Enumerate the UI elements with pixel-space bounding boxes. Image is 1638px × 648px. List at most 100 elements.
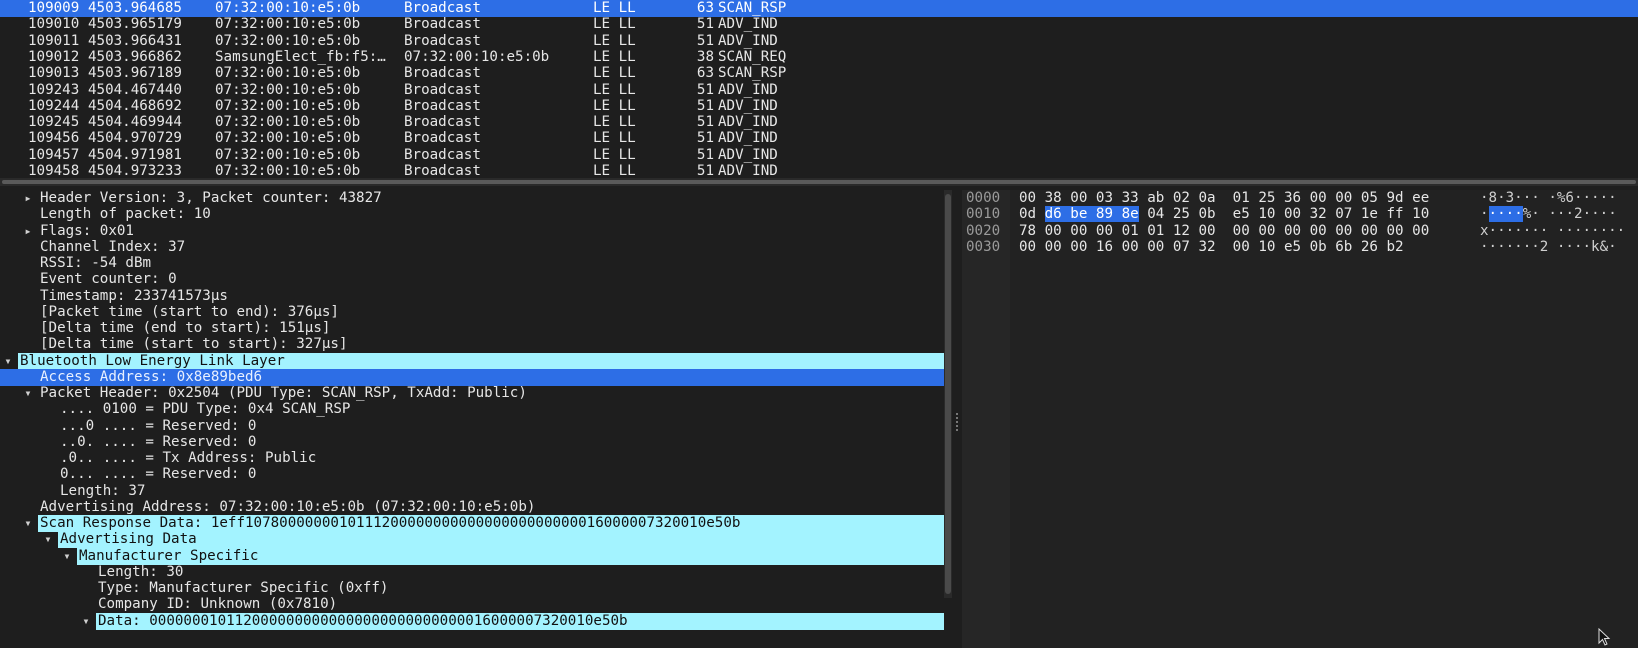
- packet-list-horizontal-scrollbar[interactable]: [0, 178, 1638, 186]
- hex-byte[interactable]: 00: [1045, 239, 1062, 255]
- hex-byte[interactable]: 89: [1095, 206, 1114, 223]
- hex-byte[interactable]: be: [1070, 206, 1088, 223]
- hex-byte[interactable]: 00: [1233, 223, 1250, 239]
- hex-byte[interactable]: 00: [1070, 239, 1087, 255]
- hex-byte[interactable]: ab: [1147, 190, 1164, 206]
- hex-byte[interactable]: 32: [1310, 206, 1327, 222]
- hex-byte[interactable]: 00: [1284, 206, 1301, 222]
- hex-byte[interactable]: 78: [1019, 223, 1036, 239]
- hex-ascii[interactable]: ·8·3··· ·%6·····: [1480, 190, 1617, 207]
- hex-byte[interactable]: 00: [1284, 223, 1301, 239]
- hex-byte[interactable]: 00: [1335, 223, 1352, 239]
- hex-byte[interactable]: 00: [1122, 239, 1139, 255]
- hex-byte[interactable]: 00: [1096, 223, 1113, 239]
- expand-arrow-down-icon[interactable]: ▾: [42, 531, 54, 548]
- expand-arrow-down-icon[interactable]: ▾: [2, 353, 14, 370]
- detail-row[interactable]: Channel Index: 37: [0, 239, 944, 256]
- detail-row[interactable]: ▾ Bluetooth Low Energy Link Layer: [0, 352, 944, 370]
- hex-byte[interactable]: 0d: [1019, 206, 1036, 222]
- hex-bytes[interactable]: 78 00 00 00 01 01 12 00 00 00 00 00 00 0…: [1019, 223, 1429, 240]
- hex-byte[interactable]: 0a: [1198, 190, 1215, 206]
- hex-byte[interactable]: 9d: [1387, 190, 1404, 206]
- hex-byte[interactable]: 02: [1173, 190, 1190, 206]
- hex-byte[interactable]: ff: [1387, 206, 1404, 222]
- detail-row[interactable]: 0... .... = Reserved: 0: [0, 466, 944, 483]
- hex-byte[interactable]: 00: [1233, 239, 1250, 255]
- packet-row[interactable]: 109013 4503.967189 07:32:00:10:e5:0b Broadc…: [0, 65, 1638, 82]
- detail-row[interactable]: ▾ Data: 000000010112000000000000000000000…: [0, 612, 944, 630]
- hex-byte[interactable]: 36: [1284, 190, 1301, 206]
- expand-arrow-down-icon[interactable]: ▾: [61, 548, 73, 565]
- packet-row[interactable]: 109010 4503.965179 07:32:00:10:e5:0b Broadc…: [0, 16, 1638, 33]
- hex-byte[interactable]: 00: [1258, 223, 1275, 239]
- detail-row[interactable]: [Delta time (end to start): 151µs]: [0, 320, 944, 337]
- hex-byte[interactable]: 07: [1335, 206, 1352, 222]
- hex-byte[interactable]: 33: [1122, 190, 1139, 206]
- hex-byte[interactable]: 0b: [1310, 239, 1327, 255]
- hex-byte[interactable]: 10: [1258, 239, 1275, 255]
- hex-byte[interactable]: 0b: [1198, 206, 1215, 222]
- hex-byte[interactable]: 00: [1147, 239, 1164, 255]
- expand-arrow-down-icon[interactable]: ▾: [22, 515, 34, 532]
- hex-byte[interactable]: ee: [1412, 190, 1429, 206]
- hex-byte[interactable]: 00: [1045, 223, 1062, 239]
- hex-byte[interactable]: 12: [1173, 223, 1190, 239]
- hex-byte[interactable]: e5: [1284, 239, 1301, 255]
- detail-row[interactable]: RSSI: -54 dBm: [0, 255, 944, 272]
- detail-row[interactable]: ▾ Manufacturer Specific: [0, 547, 944, 565]
- hex-byte[interactable]: b2: [1387, 239, 1404, 255]
- hex-byte[interactable]: 32: [1198, 239, 1215, 255]
- detail-row[interactable]: ▸ Header Version: 3, Packet counter: 4382…: [0, 190, 944, 207]
- hex-byte[interactable]: 00: [1019, 239, 1036, 255]
- detail-row[interactable]: Type: Manufacturer Specific (0xff): [0, 580, 944, 597]
- hex-row[interactable]: 0030 00 00 00 16 00 00 07 32 00 10 e5 0b …: [962, 239, 1638, 256]
- expand-arrow-down-icon[interactable]: ▾: [80, 613, 92, 630]
- hex-byte[interactable]: 07: [1173, 239, 1190, 255]
- hex-byte[interactable]: 01: [1147, 223, 1164, 239]
- hex-byte[interactable]: 00: [1361, 223, 1378, 239]
- hex-ascii[interactable]: ·····%· ···2····: [1480, 206, 1617, 223]
- packet-row[interactable]: 109011 4503.966431 07:32:00:10:e5:0b Broadc…: [0, 33, 1638, 50]
- hex-bytes[interactable]: 00 00 00 16 00 00 07 32 00 10 e5 0b 6b 2…: [1019, 239, 1404, 256]
- hex-byte[interactable]: 1e: [1361, 206, 1378, 222]
- hex-byte[interactable]: 00: [1019, 190, 1036, 206]
- detail-row[interactable]: ..0. .... = Reserved: 0: [0, 434, 944, 451]
- hex-byte[interactable]: 04: [1147, 206, 1164, 222]
- hex-byte[interactable]: 01: [1233, 190, 1250, 206]
- hex-byte[interactable]: 00: [1387, 223, 1404, 239]
- hex-ascii[interactable]: ·······2 ····k&·: [1480, 239, 1617, 256]
- packet-bytes-pane[interactable]: 0000 00 38 00 03 33 ab 02 0a 01 25 36 00 …: [962, 190, 1638, 648]
- detail-row[interactable]: .0.. .... = Tx Address: Public: [0, 450, 944, 467]
- hex-byte[interactable]: 03: [1096, 190, 1113, 206]
- hex-byte[interactable]: 05: [1361, 190, 1378, 206]
- hex-ascii[interactable]: x······· ········: [1480, 223, 1625, 240]
- detail-row[interactable]: [Delta time (start to start): 327µs]: [0, 336, 944, 353]
- packet-row[interactable]: 109012 4503.966862 SamsungElect_fb:f5:… 07:…: [0, 49, 1638, 66]
- hex-row[interactable]: 00 10 0d d6 be 89 8e 04 25 0b e5 10 00 32 …: [962, 206, 1638, 223]
- detail-row[interactable]: ...0 .... = Reserved: 0: [0, 418, 944, 435]
- hex-byte[interactable]: 6b: [1335, 239, 1352, 255]
- detail-row[interactable]: ▾ Scan Response Data: 1eff107800000001011…: [0, 515, 944, 532]
- hex-byte[interactable]: 10: [1412, 206, 1429, 222]
- detail-row[interactable]: Length: 30: [0, 564, 944, 581]
- detail-row[interactable]: Timestamp: 233741573µs: [0, 288, 944, 305]
- details-scroll-thumb[interactable]: [945, 194, 951, 594]
- hex-byte[interactable]: 10: [1258, 206, 1275, 222]
- hex-byte[interactable]: 25: [1258, 190, 1275, 206]
- hex-byte[interactable]: 8e: [1121, 206, 1139, 223]
- detail-row[interactable]: Access Address: 0x8e89bed6: [0, 368, 944, 386]
- pane-splitter-vertical[interactable]: [952, 190, 962, 648]
- hex-byte[interactable]: d6: [1044, 206, 1062, 223]
- detail-row[interactable]: ▾ Advertising Data: [0, 531, 944, 549]
- hex-byte[interactable]: 00: [1310, 190, 1327, 206]
- packet-row[interactable]: 109009 4503.964685 07:32:00:10:e5:0b Broadc…: [0, 0, 1638, 17]
- expand-arrow-right-icon[interactable]: ▸: [22, 223, 34, 240]
- packet-list-scroll-thumb[interactable]: [2, 180, 1636, 184]
- details-vertical-scrollbar[interactable]: [944, 190, 952, 598]
- hex-byte[interactable]: 00: [1198, 223, 1215, 239]
- hex-row[interactable]: 0000 00 38 00 03 33 ab 02 0a 01 25 36 00 …: [962, 190, 1638, 207]
- hex-bytes[interactable]: 0d d6 be 89 8e 04 25 0b e5 10 00 32 07 1…: [1019, 206, 1429, 223]
- packet-row[interactable]: 109457 4504.971981 07:32:00:10:e5:0b Broadc…: [0, 147, 1638, 164]
- detail-row[interactable]: ▾ Packet Header: 0x2504 (PDU Type: SCAN_R…: [0, 385, 944, 402]
- hex-byte[interactable]: 01: [1122, 223, 1139, 239]
